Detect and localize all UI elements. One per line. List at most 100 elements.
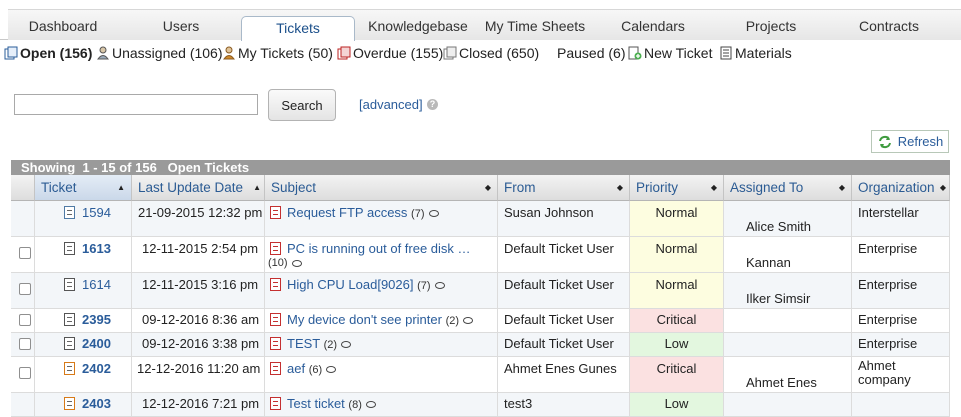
filter-my-tickets-label: My Tickets (50) bbox=[238, 45, 333, 61]
table-row[interactable]: 1614 12-11-2015 3:16 pm High CPU Load[90… bbox=[11, 273, 950, 309]
sort-icon: ◆ bbox=[484, 183, 491, 192]
updated-cell: 12-11-2015 3:16 pm bbox=[132, 273, 265, 308]
comment-icon bbox=[341, 341, 352, 349]
ticket-link[interactable]: 1594 bbox=[82, 205, 111, 220]
priority-cell: Critical bbox=[630, 357, 724, 392]
ticket-overdue-icon bbox=[64, 362, 75, 375]
tab-users[interactable]: Users bbox=[128, 9, 234, 40]
new-ticket-link[interactable]: New Ticket bbox=[628, 45, 712, 61]
refresh-button[interactable]: Refresh bbox=[871, 130, 949, 153]
row-checkbox[interactable] bbox=[19, 247, 31, 259]
refresh-label: Refresh bbox=[897, 134, 944, 149]
org-cell: Interstellar bbox=[852, 201, 950, 236]
tab-my-time-sheets[interactable]: My Time Sheets bbox=[480, 9, 590, 40]
org-text: Enterprise bbox=[858, 336, 918, 351]
sort-icon: ▲ bbox=[253, 183, 261, 192]
ticket-cell: 1614 bbox=[35, 273, 132, 308]
ticket-link[interactable]: 2403 bbox=[82, 396, 111, 411]
subject-cell: High CPU Load[9026] (7) bbox=[265, 273, 498, 308]
tab-dashboard[interactable]: Dashboard bbox=[8, 9, 118, 40]
filter-overdue[interactable]: Overdue (155) bbox=[337, 45, 443, 61]
comment-icon bbox=[428, 210, 439, 218]
updated-text: 12-11-2015 2:54 pm bbox=[142, 241, 259, 256]
table-row[interactable]: 2395 09-12-2016 8:36 am My device don't … bbox=[11, 309, 950, 333]
from-text: Ahmet Enes Gunes bbox=[504, 361, 617, 376]
help-icon[interactable]: ? bbox=[427, 99, 438, 110]
org-cell: Enterprise bbox=[852, 273, 950, 308]
row-checkbox[interactable] bbox=[19, 367, 31, 379]
row-checkbox[interactable] bbox=[19, 338, 31, 350]
filter-open[interactable]: Open (156) bbox=[4, 45, 92, 61]
ticket-link[interactable]: 1613 bbox=[82, 241, 111, 256]
filter-my-tickets[interactable]: My Tickets (50) bbox=[222, 45, 333, 61]
ticket-link[interactable]: 2402 bbox=[82, 361, 111, 376]
reply-count: (2) bbox=[323, 339, 338, 351]
priority-text: Critical bbox=[656, 312, 697, 327]
subject-link[interactable]: Request FTP access (7) bbox=[287, 205, 439, 220]
filter-open-label: Open (156) bbox=[20, 45, 93, 61]
subject-link[interactable]: Test ticket (8) bbox=[287, 396, 376, 411]
ticket-cell: 1613 bbox=[35, 237, 132, 272]
subject-link[interactable]: aef (6) bbox=[287, 361, 337, 376]
ticket-link[interactable]: 2395 bbox=[82, 312, 111, 327]
row-select-cell bbox=[11, 309, 35, 332]
col-organization[interactable]: Organization ◆ bbox=[852, 175, 950, 201]
priority-cell: Normal bbox=[630, 237, 724, 272]
subject-link[interactable]: My device don't see printer (2) bbox=[287, 312, 474, 327]
filter-paused[interactable]: Paused (6) bbox=[557, 45, 625, 61]
subject-link[interactable]: High CPU Load[9026] (7) bbox=[287, 277, 445, 292]
from-text: Default Ticket User bbox=[504, 241, 614, 256]
row-checkbox[interactable] bbox=[19, 283, 31, 295]
filter-closed[interactable]: Closed (650) bbox=[443, 45, 539, 61]
table-row[interactable]: 2400 09-12-2016 3:38 pm TEST (2) Default… bbox=[11, 333, 950, 357]
reply-count: (7) bbox=[411, 208, 425, 220]
search-input[interactable] bbox=[14, 94, 258, 115]
col-from-label: From bbox=[504, 180, 536, 195]
row-checkbox[interactable] bbox=[19, 314, 31, 326]
sort-icon: ◆ bbox=[939, 183, 946, 192]
search-button[interactable]: Search bbox=[268, 89, 336, 121]
filter-unassigned[interactable]: Unassigned (106) bbox=[96, 45, 223, 61]
col-last-update[interactable]: Last Update Date ▲ bbox=[132, 175, 265, 201]
col-ticket[interactable]: Ticket ▲ bbox=[35, 175, 132, 201]
from-text: Default Ticket User bbox=[504, 336, 614, 351]
tab-contracts[interactable]: Contracts bbox=[834, 9, 944, 40]
advanced-search-link[interactable]: [advanced] bbox=[359, 97, 423, 112]
ticket-cell: 2400 bbox=[35, 333, 132, 356]
closed-tickets-icon bbox=[443, 46, 457, 60]
assigned-cell: Alice Smith bbox=[724, 201, 852, 236]
ticket-doc-icon bbox=[270, 362, 281, 375]
assigned-text: Ilker Simsir bbox=[746, 291, 811, 306]
updated-cell: 21-09-2015 12:32 pm bbox=[132, 201, 265, 236]
tab-calendars[interactable]: Calendars bbox=[598, 9, 708, 40]
ticket-link[interactable]: 1614 bbox=[82, 277, 111, 292]
tab-knowledgebase[interactable]: Knowledgebase bbox=[360, 9, 476, 40]
comment-icon bbox=[463, 317, 474, 325]
col-subject-label: Subject bbox=[271, 180, 317, 195]
org-text: Enterprise bbox=[858, 241, 918, 256]
col-ticket-label: Ticket bbox=[41, 180, 77, 195]
priority-cell: Normal bbox=[630, 273, 724, 308]
col-priority[interactable]: Priority ◆ bbox=[630, 175, 724, 201]
ticket-cell: 1594 bbox=[35, 201, 132, 236]
subject-link[interactable]: TEST (2) bbox=[287, 336, 352, 351]
subject-link[interactable]: PC is running out of free disk … bbox=[287, 241, 471, 256]
ticket-overdue-icon bbox=[64, 397, 75, 410]
ticket-link[interactable]: 2400 bbox=[82, 336, 111, 351]
table-row[interactable]: 1594 21-09-2015 12:32 pm Request FTP acc… bbox=[11, 201, 950, 237]
table-row[interactable]: 2402 12-12-2016 11:20 am aef (6) Ahmet E… bbox=[11, 357, 950, 393]
materials-link[interactable]: Materials bbox=[719, 45, 792, 61]
tab-tickets[interactable]: Tickets bbox=[241, 16, 355, 41]
table-row[interactable]: 1613 12-11-2015 2:54 pm PC is running ou… bbox=[11, 237, 950, 273]
my-tickets-user-icon bbox=[222, 46, 236, 60]
table-row[interactable]: 2403 12-12-2016 7:21 pm Test ticket (8) … bbox=[11, 393, 950, 417]
col-assigned-to[interactable]: Assigned To ◆ bbox=[724, 175, 852, 201]
org-cell: Enterprise bbox=[852, 309, 950, 332]
ticket-doc-icon bbox=[270, 206, 281, 219]
assigned-text: Kannan bbox=[746, 255, 791, 270]
ticket-icon bbox=[64, 242, 75, 255]
col-from[interactable]: From ◆ bbox=[498, 175, 630, 201]
col-subject[interactable]: Subject ◆ bbox=[265, 175, 498, 201]
sort-icon: ◆ bbox=[710, 183, 717, 192]
tab-projects[interactable]: Projects bbox=[716, 9, 826, 40]
